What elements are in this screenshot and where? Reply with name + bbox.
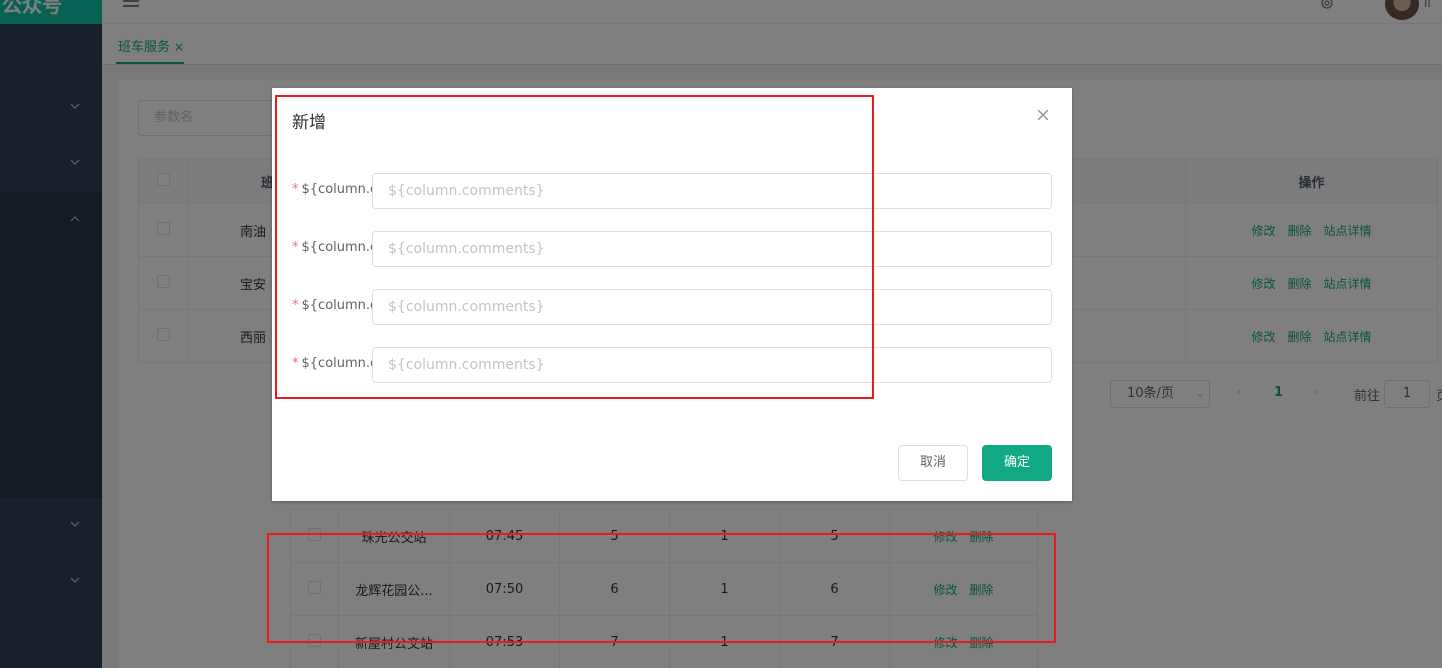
annotation-box-rows	[267, 533, 1056, 643]
confirm-button[interactable]: 确定	[982, 445, 1052, 481]
annotation-box-form	[275, 95, 874, 399]
close-icon[interactable]	[1036, 108, 1050, 126]
cancel-button[interactable]: 取消	[898, 445, 968, 481]
